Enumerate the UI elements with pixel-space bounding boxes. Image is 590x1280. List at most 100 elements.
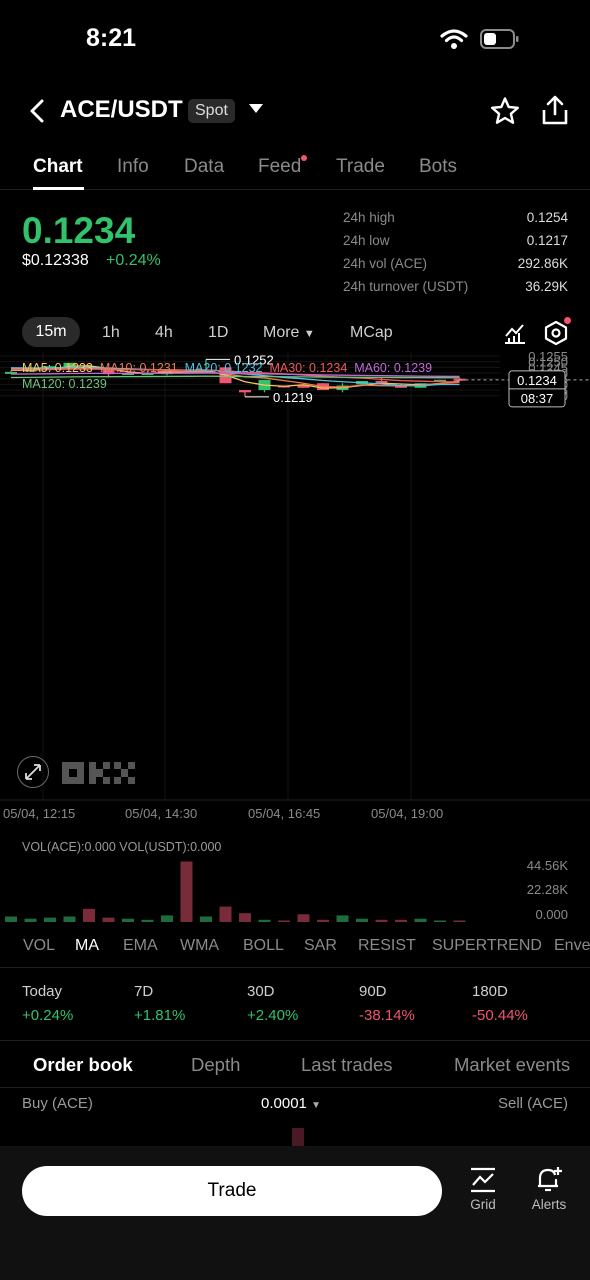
indicator-boll[interactable]: BOLL (243, 937, 284, 955)
settings-hex-icon[interactable] (543, 320, 569, 346)
grid-button[interactable]: Grid (463, 1166, 503, 1212)
stat-value: 36.29K (525, 279, 568, 294)
perf-label: Today (22, 983, 63, 1000)
low-price-label: 0.1219 (273, 390, 313, 405)
interval-more-label: More (263, 324, 300, 341)
indicator-chart-icon[interactable] (503, 321, 527, 345)
divider (0, 967, 590, 968)
ma20-label: MA20: 0.1232 (184, 361, 263, 375)
stat-label: 24h turnover (USDT) (343, 279, 469, 294)
indicator-ema[interactable]: EMA (123, 937, 158, 955)
tab-bots[interactable]: Bots (419, 156, 457, 178)
stat-label: 24h low (343, 233, 390, 248)
tab-data[interactable]: Data (184, 156, 224, 178)
volume-bar (141, 919, 154, 922)
interval-mcap[interactable]: MCap (350, 324, 393, 342)
okx-watermark-logo (62, 762, 135, 784)
volume-bar (258, 919, 271, 922)
back-arrow-icon[interactable] (24, 96, 52, 126)
fullscreen-button[interactable] (17, 756, 49, 788)
indicator-envelope[interactable]: Enve (554, 937, 590, 955)
interval-4h[interactable]: 4h (155, 324, 173, 342)
indicator-supertrend[interactable]: SUPERTREND (432, 937, 542, 955)
volume-bar (219, 906, 232, 922)
interval-more[interactable]: More ▼ (263, 324, 315, 342)
grid-bot-icon (471, 1167, 495, 1193)
volume-bar (102, 917, 115, 922)
tab-info[interactable]: Info (117, 156, 149, 178)
caret-down-icon[interactable] (248, 102, 264, 114)
ma-legend: MA5: 0.1233 MA10: 0.1231 MA20: 0.1232 MA… (22, 361, 432, 375)
last-price-tag: 0.1234 (517, 373, 557, 388)
battery-icon (480, 29, 519, 49)
candle-body (239, 390, 251, 393)
volume-bar (83, 908, 95, 922)
ma5-label: MA5: 0.1233 (22, 361, 93, 375)
star-icon[interactable] (490, 96, 520, 126)
interval-1h[interactable]: 1h (102, 324, 120, 342)
perf-value: +1.81% (134, 1007, 186, 1024)
tab-last-trades[interactable]: Last trades (301, 1054, 393, 1076)
perf-value: +0.24% (22, 1007, 74, 1024)
pair-title[interactable]: ACE/USDT (60, 96, 183, 124)
stat-value: 0.1217 (526, 233, 568, 248)
volume-bar (161, 915, 173, 922)
volume-bar (356, 918, 368, 922)
x-axis-tick: 05/04, 19:00 (371, 806, 443, 821)
tab-feed[interactable]: Feed (258, 156, 301, 178)
volume-axis-tick: 44.56K (527, 858, 569, 873)
stat-label: 24h high (343, 210, 395, 225)
wifi-icon (440, 29, 468, 49)
interval-1d[interactable]: 1D (208, 324, 228, 342)
trade-button[interactable]: Trade (22, 1166, 442, 1216)
volume-chart: 44.56K 22.28K 0.000 (5, 858, 569, 922)
tab-order-book[interactable]: Order book (33, 1054, 133, 1076)
volume-bar (122, 918, 134, 922)
volume-bar (200, 916, 212, 922)
status-time: 8:21 (86, 24, 137, 52)
stat-value: 0.1254 (526, 210, 568, 225)
volume-axis-tick: 22.28K (527, 882, 569, 897)
alerts-label: Alerts (531, 1197, 567, 1212)
stat-label: 24h vol (ACE) (343, 256, 428, 271)
price-step-value: 0.0001 (261, 1095, 307, 1112)
depth-bar (292, 1128, 304, 1146)
perf-value: -38.14% (359, 1007, 415, 1024)
indicator-resist[interactable]: RESIST (358, 937, 416, 955)
tab-market-events[interactable]: Market events (454, 1054, 590, 1076)
stat-value: 292.86K (517, 256, 568, 271)
indicator-tabs: VOL MA EMA WMA BOLL SAR RESIST SUPERTREN… (0, 934, 590, 964)
volume-bar (24, 918, 37, 922)
price-step-selector[interactable]: 0.0001 ▼ (261, 1095, 321, 1112)
buy-column-header: Buy (ACE) (22, 1095, 93, 1112)
volume-bar (239, 913, 251, 922)
price-change: +0.24% (106, 252, 161, 269)
x-axis-tick: 05/04, 16:45 (248, 806, 320, 821)
indicator-wma[interactable]: WMA (180, 937, 219, 955)
indicator-sar[interactable]: SAR (304, 937, 337, 955)
tab-trade[interactable]: Trade (336, 156, 385, 178)
perf-value: +2.40% (247, 1007, 299, 1024)
divider (0, 1087, 590, 1088)
tab-depth[interactable]: Depth (191, 1054, 240, 1076)
indicator-ma[interactable]: MA (75, 937, 99, 955)
header: ACE/USDT Spot (0, 88, 590, 134)
share-icon[interactable] (540, 94, 570, 126)
volume-bar (453, 920, 466, 922)
tab-chart[interactable]: Chart (33, 156, 83, 178)
candlestick-chart[interactable]: 0.12550.12500.12450.12400.12350.12300.12… (0, 352, 590, 832)
interval-selector: 15m 1h 4h 1D More ▼ MCap (22, 317, 572, 351)
interval-15m[interactable]: 15m (22, 317, 80, 347)
volume-bar (336, 915, 349, 922)
status-icons (440, 28, 520, 50)
indicator-vol[interactable]: VOL (23, 937, 55, 955)
perf-value: -50.44% (472, 1007, 528, 1024)
volume-bar (278, 920, 290, 922)
volume-bar (414, 918, 427, 922)
expand-icon (25, 764, 41, 780)
spot-badge: Spot (188, 99, 235, 123)
alerts-button[interactable]: Alerts (527, 1164, 571, 1212)
ma30-label: MA30: 0.1234 (269, 361, 348, 375)
caret-down-icon: ▼ (311, 1100, 321, 1111)
grid-label: Grid (470, 1197, 496, 1212)
